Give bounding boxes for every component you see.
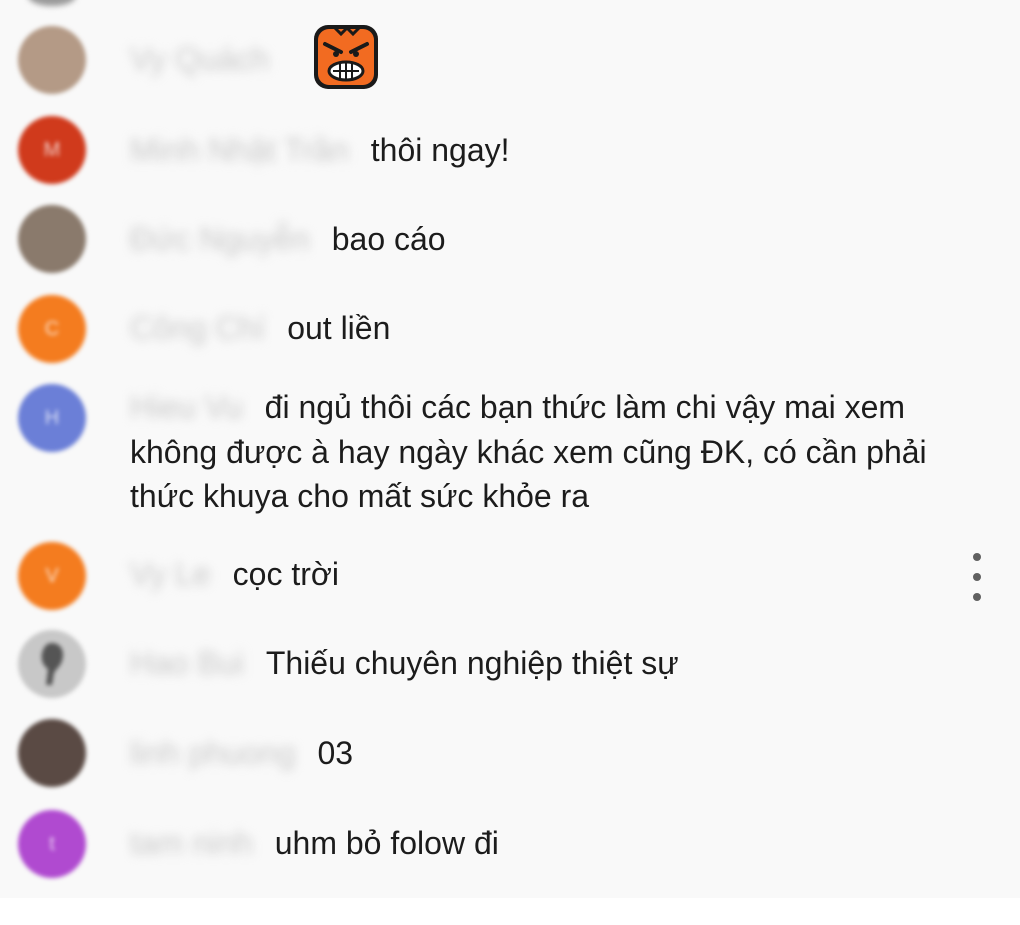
avatar-silhouette-icon <box>41 643 64 685</box>
more-vert-icon[interactable] <box>969 553 985 601</box>
avatar[interactable] <box>18 719 86 787</box>
angry-face-emoji <box>314 25 378 89</box>
author-name[interactable]: Hieu Vu <box>130 389 243 425</box>
avatar-initial: t <box>49 832 55 855</box>
avatar[interactable] <box>18 26 86 94</box>
avatar-initial: V <box>45 564 59 587</box>
author-name[interactable]: Đức Nguyễn <box>130 221 310 258</box>
avatar[interactable]: V <box>18 542 86 610</box>
message-text: thôi ngay! <box>370 131 510 168</box>
message-text: 03 <box>317 734 354 771</box>
message-text: Thiếu chuyên nghiệp thiệt sự <box>265 644 679 681</box>
author-name[interactable]: Vy Quách <box>130 41 269 78</box>
avatar[interactable] <box>18 630 86 698</box>
chat-input-area <box>0 898 1020 925</box>
message-text: bao cáo <box>331 220 446 257</box>
author-name[interactable]: linh phuong <box>130 735 295 772</box>
author-name[interactable]: Minh Nhật Trần <box>130 132 349 169</box>
message-text: uhm bỏ folow đi <box>274 824 499 861</box>
avatar <box>28 0 76 6</box>
avatar[interactable]: H <box>18 384 86 452</box>
avatar-initial: C <box>44 317 60 340</box>
message-text: cọc trời <box>232 555 339 592</box>
avatar[interactable]: C <box>18 295 86 363</box>
avatar[interactable] <box>18 205 86 273</box>
live-chat-panel: Vy Quách M Minh Nhật Trần thôi ngay! Đức… <box>0 0 1020 925</box>
message-text: out liền <box>287 309 391 346</box>
message-text: đi ngủ thôi các bạn thức làm chi vậy mai… <box>130 389 927 514</box>
author-name[interactable]: tam ninh <box>130 825 253 862</box>
author-name[interactable]: Hao Bui <box>130 645 244 682</box>
avatar[interactable]: M <box>18 116 86 184</box>
avatar[interactable]: t <box>18 810 86 878</box>
author-name[interactable]: Vy Le <box>130 556 211 593</box>
avatar-initial: H <box>44 406 60 429</box>
author-name[interactable]: Công Chí <box>130 310 265 347</box>
avatar-initial: M <box>43 138 61 161</box>
